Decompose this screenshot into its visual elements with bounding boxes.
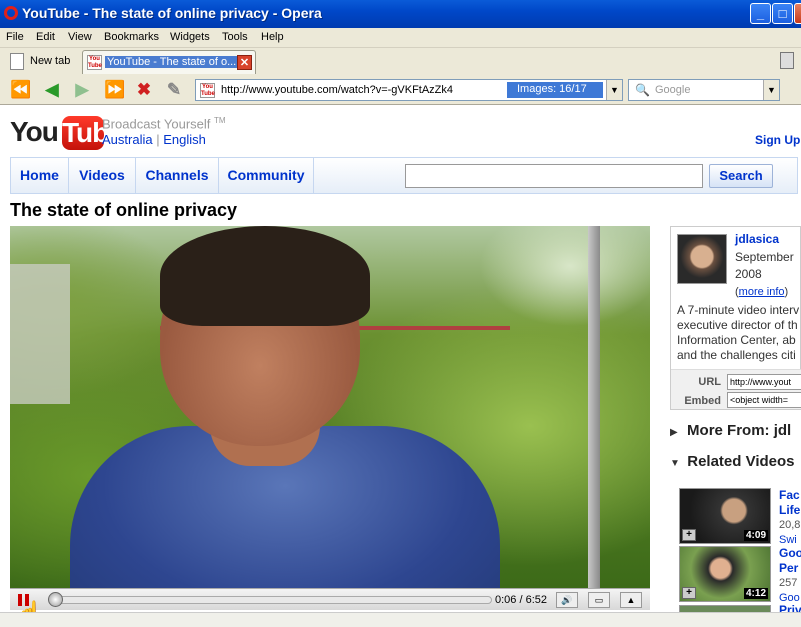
back-icon[interactable]: ◀	[42, 80, 62, 100]
uploader-name[interactable]: jdlasica	[735, 232, 779, 246]
maximize-button[interactable]: □	[772, 3, 793, 24]
close-window-button[interactable]	[794, 3, 801, 24]
menu-edit[interactable]: Edit	[36, 31, 55, 43]
related-views: 257	[779, 577, 798, 589]
window-title: YouTube - The state of online privacy - …	[22, 5, 322, 21]
horizontal-scrollbar[interactable]	[0, 612, 801, 627]
video-title: The state of online privacy	[10, 200, 238, 220]
window-title-bar: YouTube - The state of online privacy - …	[0, 0, 801, 28]
related-videos-header[interactable]: ▼ Related Videos	[670, 453, 795, 470]
tab-youtube[interactable]: You Tube YouTube - The state of o... ✕	[82, 50, 256, 74]
progress-bar[interactable]	[52, 596, 492, 604]
menu-widgets[interactable]: Widgets	[170, 31, 210, 43]
address-bar[interactable]: You Tube http://www.youtube.com/watch?v=-…	[195, 79, 623, 101]
opera-logo-icon	[4, 6, 18, 20]
menu-bar: File Edit View Bookmarks Widgets Tools H…	[0, 28, 801, 48]
related-item-text: Goo Per 257 Goo	[779, 546, 801, 604]
video-duration: 4:12	[743, 588, 768, 599]
related-item-text: Fac Life 20,8 Swi	[779, 488, 801, 546]
signup-link[interactable]: Sign Up	[755, 133, 800, 147]
related-thumbnail[interactable]: + 4:09	[679, 488, 771, 544]
fullscreen-icon[interactable]: ▲	[620, 592, 642, 608]
tab-label: YouTube - The state of o...	[105, 56, 237, 68]
tagline: Broadcast Yourself TM	[102, 116, 226, 132]
search-dropdown-icon[interactable]: ▼	[763, 80, 779, 100]
new-page-icon	[10, 53, 24, 70]
video-description: A 7-minute video interv executive direct…	[677, 303, 800, 362]
expand-arrow-icon: ▶	[670, 427, 678, 438]
time-display: 0:06 / 6:52	[495, 594, 547, 606]
collapse-arrow-icon: ▼	[670, 458, 680, 469]
nav-channels[interactable]: Channels	[136, 158, 219, 193]
related-thumbnail[interactable]: + 4:12	[679, 546, 771, 602]
embed-field[interactable]: <object width=	[727, 392, 801, 408]
youtube-favicon-icon: You Tube	[200, 83, 215, 98]
related-views: 20,8	[779, 519, 801, 531]
add-icon[interactable]: +	[682, 529, 696, 541]
images-counter: Images: 16/17	[507, 82, 603, 98]
volume-icon[interactable]: 🔊	[556, 592, 578, 608]
video-player[interactable]	[10, 226, 650, 588]
nav-home[interactable]: Home	[11, 158, 69, 193]
related-title[interactable]: Goo	[779, 546, 801, 561]
share-fields: URL http://www.yout Embed <object width=	[671, 369, 801, 409]
trash-icon[interactable]	[780, 52, 794, 69]
seek-knob[interactable]	[48, 592, 63, 607]
new-tab-label: New tab	[30, 55, 71, 67]
more-info: (more info)	[735, 286, 789, 298]
forward-icon[interactable]: ▶	[72, 80, 92, 100]
menu-view[interactable]: View	[68, 31, 92, 43]
widescreen-icon[interactable]: ▭	[588, 592, 610, 608]
upload-date: September 2008	[735, 250, 794, 281]
url-label: URL	[698, 376, 721, 388]
menu-tools[interactable]: Tools	[222, 31, 248, 43]
youtube-search-button[interactable]: Search	[709, 164, 773, 188]
close-tab-icon[interactable]: ✕	[237, 55, 252, 70]
youtube-favicon-icon: You Tube	[87, 55, 102, 70]
minimize-button[interactable]: _	[750, 3, 771, 24]
address-dropdown-icon[interactable]: ▼	[606, 80, 622, 100]
video-duration: 4:09	[743, 530, 768, 541]
url-field[interactable]: http://www.yout	[727, 374, 801, 390]
youtube-search-input[interactable]	[405, 164, 703, 188]
nav-community[interactable]: Community	[219, 158, 314, 193]
nav-videos[interactable]: Videos	[69, 158, 136, 193]
country-link[interactable]: Australia	[102, 132, 153, 147]
tab-bar: New tab You Tube YouTube - The state of o…	[0, 48, 801, 75]
language-link[interactable]: English	[163, 132, 206, 147]
more-info-link[interactable]: more info	[739, 286, 785, 298]
navigation-toolbar: ⏪ ◀ ▶ ⏩ ✖ ✎ You Tube http://www.youtube.c…	[0, 75, 801, 105]
player-controls: 0:06 / 6:52 🔊 ▭ ▲	[10, 588, 650, 610]
related-title[interactable]: Fac	[779, 488, 800, 503]
search-icon: 🔍	[635, 83, 650, 97]
menu-help[interactable]: Help	[261, 31, 284, 43]
uploader-avatar[interactable]	[677, 234, 727, 284]
page-content: You Tube Broadcast Yourself TM Australia …	[0, 106, 801, 627]
search-placeholder: Google	[655, 84, 691, 96]
edit-icon[interactable]: ✎	[164, 80, 184, 100]
new-tab-button[interactable]: New tab	[6, 51, 70, 73]
add-icon[interactable]: +	[682, 587, 696, 599]
uploader-panel: jdlasica September 2008 (more info) A 7-m…	[670, 226, 801, 410]
address-url[interactable]: http://www.youtube.com/watch?v=-gVKFtAzZ…	[221, 84, 453, 96]
menu-file[interactable]: File	[6, 31, 24, 43]
youtube-nav: Home Videos Channels Community Search	[10, 157, 798, 194]
fast-forward-icon[interactable]: ⏩	[104, 80, 125, 100]
menu-bookmarks[interactable]: Bookmarks	[104, 31, 159, 43]
embed-label: Embed	[684, 395, 721, 407]
stop-icon[interactable]: ✖	[134, 80, 154, 100]
search-box[interactable]: 🔍 Google ▼	[628, 79, 780, 101]
rewind-icon[interactable]: ⏪	[10, 80, 31, 100]
more-from-header[interactable]: ▶ More From: jdl	[670, 422, 791, 439]
locale: Australia | English	[102, 132, 206, 147]
